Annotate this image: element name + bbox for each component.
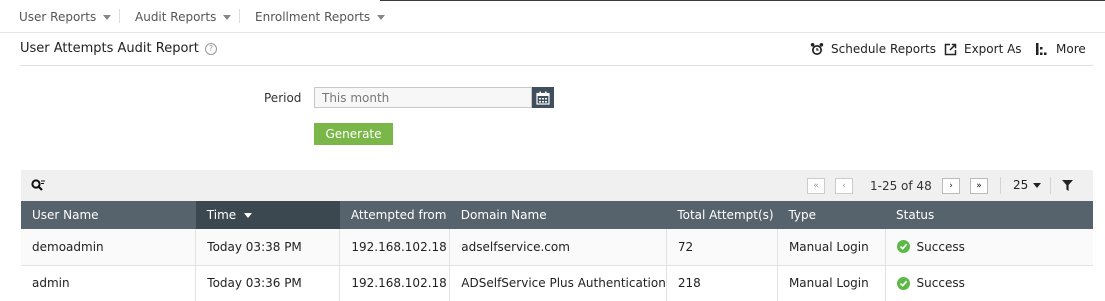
column-header-domain-name[interactable]: Domain Name (449, 201, 667, 229)
column-header-user-name[interactable]: User Name (21, 201, 196, 229)
cell-time: Today 03:38 PM (195, 229, 341, 266)
nav-divider (239, 9, 240, 23)
more-button[interactable]: More (1036, 42, 1086, 56)
report-header: User Attempts Audit Report ? Schedule Re… (20, 33, 1093, 66)
column-header-time[interactable]: Time (195, 201, 340, 229)
cell-domain-name: ADSelfService Plus Authentication (449, 265, 667, 301)
table-header-row: User Name Time Attempted from Domain Nam… (21, 201, 1093, 229)
calendar-icon (536, 91, 550, 105)
schedule-reports-label: Schedule Reports (831, 42, 936, 56)
export-as-label: Export As (964, 42, 1022, 56)
more-label: More (1056, 42, 1086, 56)
page-title: User Attempts Audit Report (20, 41, 199, 56)
column-header-time-label: Time (206, 208, 237, 222)
cell-status: Success (885, 229, 1093, 266)
first-page-button[interactable]: « (807, 178, 825, 194)
cell-status: Success (885, 265, 1093, 301)
cell-user-name: admin (21, 265, 197, 301)
column-header-total-attempts[interactable]: Total Attempt(s) (666, 201, 778, 229)
nav-audit-reports[interactable]: Audit Reports (135, 10, 232, 24)
generate-button[interactable]: Generate (314, 123, 393, 145)
grid-toolbar: « ‹ 1-25 of 48 › » 25 (21, 170, 1093, 201)
period-input[interactable] (315, 88, 531, 107)
nav-divider (119, 9, 120, 23)
alarm-clock-icon (810, 43, 824, 55)
filter-icon[interactable] (1062, 180, 1073, 191)
next-page-button[interactable]: › (942, 178, 960, 194)
toolbar-divider (1000, 177, 1001, 194)
help-icon[interactable]: ? (205, 43, 217, 55)
search-icon[interactable] (31, 179, 46, 192)
nav-user-reports[interactable]: User Reports (19, 10, 112, 24)
cell-attempted-from: 192.168.102.18 (339, 265, 451, 301)
last-page-button[interactable]: » (970, 178, 988, 194)
cell-time: Today 03:36 PM (195, 265, 341, 301)
cell-attempted-from: 192.168.102.18 (339, 229, 451, 266)
export-icon (944, 43, 957, 55)
cell-total-attempts: 218 (666, 265, 778, 301)
table-row[interactable]: demoadmin Today 03:38 PM 192.168.102.18 … (21, 229, 1093, 266)
per-page-value: 25 (1013, 178, 1029, 192)
nav-top-border (380, 0, 1105, 1)
sort-down-icon (244, 213, 253, 218)
calendar-button[interactable] (532, 87, 554, 108)
prev-page-button[interactable]: ‹ (835, 178, 853, 194)
chevron-down-icon (377, 15, 386, 20)
cell-user-name: demoadmin (21, 229, 197, 266)
success-check-icon (896, 276, 910, 290)
nav-user-reports-label: User Reports (19, 10, 97, 24)
column-header-status[interactable]: Status (885, 201, 1093, 229)
column-header-attempted-from[interactable]: Attempted from (339, 201, 450, 229)
nav-enrollment-reports[interactable]: Enrollment Reports (255, 10, 386, 24)
nav-enrollment-reports-label: Enrollment Reports (255, 10, 371, 24)
page-range: 1-25 of 48 (870, 179, 932, 193)
column-header-type[interactable]: Type (777, 201, 886, 229)
period-label: Period (264, 91, 302, 105)
per-page-select[interactable]: 25 (1013, 178, 1042, 192)
table-row[interactable]: admin Today 03:36 PM 192.168.102.18 ADSe… (21, 265, 1093, 301)
chevron-down-icon (1033, 183, 1042, 188)
nav-audit-reports-label: Audit Reports (135, 10, 217, 24)
period-field[interactable] (314, 87, 532, 108)
status-label: Success (916, 239, 965, 254)
cell-type: Manual Login (777, 229, 886, 266)
success-check-icon (896, 240, 910, 254)
top-nav: User Reports Audit Reports Enrollment Re… (0, 0, 1105, 33)
more-icon (1036, 43, 1047, 55)
cell-type: Manual Login (777, 265, 886, 301)
chevron-down-icon (103, 15, 112, 20)
audit-table: User Name Time Attempted from Domain Nam… (21, 201, 1093, 301)
cell-domain-name: adselfservice.com (449, 229, 667, 266)
export-as-button[interactable]: Export As (944, 42, 1022, 56)
status-label: Success (916, 276, 965, 290)
cell-total-attempts: 72 (666, 229, 778, 266)
schedule-reports-button[interactable]: Schedule Reports (810, 42, 936, 56)
chevron-down-icon (223, 15, 232, 20)
toolbar-divider (1050, 177, 1051, 194)
